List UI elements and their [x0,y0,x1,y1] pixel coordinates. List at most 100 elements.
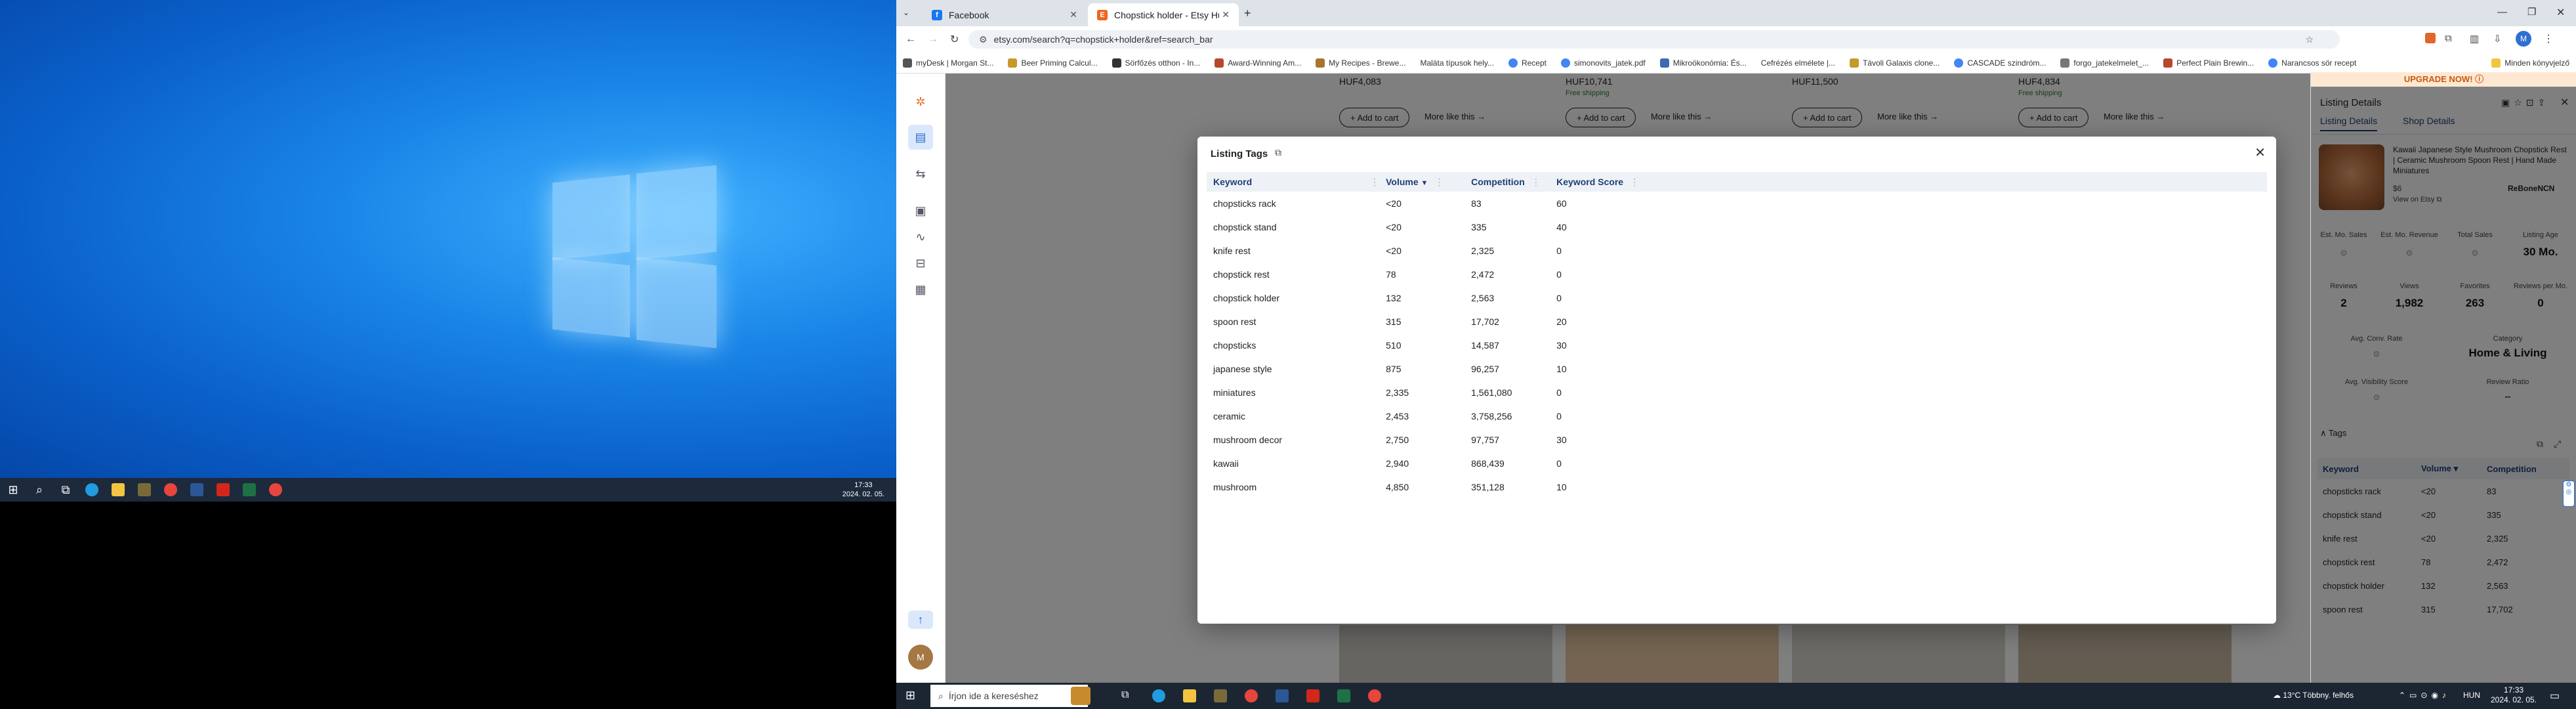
close-icon[interactable]: ✕ [2254,144,2266,161]
tag-icon[interactable]: ⊟ [908,251,933,276]
search-highlight-icon[interactable] [1071,687,1091,705]
table-row[interactable]: chopstick stand <20 335 40 [1207,215,2267,239]
tab-search-icon[interactable]: ⌄ [903,8,909,17]
forward-icon[interactable]: → [928,33,938,45]
minimize-icon[interactable]: — [2497,7,2507,18]
acrobat-icon[interactable] [1306,689,1319,702]
menu-icon[interactable]: ⋮ [2543,32,2554,45]
table-row[interactable]: chopsticks rack <20 83 60 [1207,192,2267,215]
edge-icon[interactable] [1152,689,1165,702]
bookmark-star-icon[interactable]: ☆ [2305,34,2314,45]
acrobat-icon[interactable] [210,478,236,502]
excel-icon[interactable] [1337,689,1350,702]
close-icon[interactable]: ✕ [1070,9,1077,20]
word-icon[interactable] [184,478,210,502]
site-info-icon[interactable]: ⚙ [979,34,987,45]
bookmark-item[interactable]: Beer Priming Calcul... [1008,58,1098,68]
extension-sidebar: ✲ ▤ ⇆ ▣ ∿ ⊟ ▦ ↑ M [896,74,945,685]
bookmark-item[interactable]: forgo_jatekelmelet_... [2060,58,2149,68]
table-row[interactable]: spoon rest 315 17,702 20 [1207,310,2267,333]
close-window-icon[interactable]: ✕ [2556,6,2565,19]
system-tray-icons[interactable]: ⌃▭⊙◉♪ [2399,691,2450,700]
bookmark-item[interactable]: Távoli Galaxis clone... [1849,58,1940,68]
taskbar-search[interactable]: ⌕ Írjon ide a kereséshez [930,685,1088,707]
table-row[interactable]: mushroom decor 2,750 97,757 30 [1207,428,2267,452]
edge-icon[interactable] [79,478,105,502]
toggle-icon[interactable]: ⇆ [908,161,933,186]
task-view-icon[interactable]: ⧉ [1121,689,1129,701]
bookmark-item[interactable]: Sörfőzés otthon - In... [1111,58,1200,68]
file-explorer-icon[interactable] [105,478,131,502]
table-row[interactable]: miniatures 2,335 1,561,080 0 [1207,381,2267,404]
extension-logo-icon[interactable]: ✲ [908,89,933,114]
tab-etsy[interactable]: E Chopstick holder - Etsy Hungary ✕ [1088,3,1239,26]
bookmark-item[interactable]: Cefrézés elmélete |... [1761,58,1835,68]
app-icon[interactable] [131,478,157,502]
table-row[interactable]: chopstick holder 132 2,563 0 [1207,286,2267,310]
bookmark-item[interactable]: myDesk | Morgan St... [903,58,993,68]
notification-icon[interactable]: ▭ [2550,689,2560,702]
bookmark-item[interactable]: simonovits_jatek.pdf [1561,58,1646,68]
user-avatar[interactable]: M [908,645,933,670]
column-header-keyword-score[interactable]: Keyword Score ⋮ [1550,172,2267,192]
sidepanel-icon[interactable]: ▥ [2470,33,2479,45]
table-row[interactable]: ceramic 2,453 3,758,256 0 [1207,404,2267,428]
maximize-icon[interactable]: ❐ [2527,6,2536,18]
table-row[interactable]: knife rest <20 2,325 0 [1207,239,2267,263]
bookmark-item[interactable]: My Recipes - Brewe... [1316,58,1405,68]
bookmark-item[interactable]: CASCADE szindróm... [1954,58,2046,68]
column-header-keyword[interactable]: Keyword ⋮ [1207,172,1380,192]
bookmark-item[interactable]: Recept [1508,58,1547,68]
table-row[interactable]: kawaii 2,940 868,439 0 [1207,452,2267,475]
volume-cell: 315 [1386,316,1402,327]
new-tab-icon[interactable]: + [1244,7,1251,20]
bookmark-item[interactable]: Award-Winning Am... [1215,58,1301,68]
table-row[interactable]: chopstick rest 78 2,472 0 [1207,263,2267,286]
start-icon[interactable]: ⊞ [905,689,915,702]
scroll-top-icon[interactable]: ↑ [908,611,933,629]
extensions-icon[interactable]: ⧉ [2445,33,2452,44]
table-row[interactable]: chopsticks 510 14,587 30 [1207,333,2267,357]
column-header-competition[interactable]: Competition ⋮ [1465,172,1550,192]
word-icon[interactable] [1276,689,1289,702]
profile-avatar[interactable]: M [2516,31,2531,47]
chrome-icon[interactable] [1245,689,1258,702]
all-bookmarks[interactable]: Minden könyvjelző [2491,58,2569,68]
chrome-icon[interactable] [157,478,184,502]
tab-facebook[interactable]: f Facebook ✕ [923,3,1087,26]
table-icon[interactable]: ▦ [908,277,933,302]
upgrade-banner[interactable]: UPGRADE NOW! ⓘ [2311,72,2576,87]
volume-cell: <20 [1386,222,1402,232]
app-icon[interactable] [1214,689,1227,702]
volume-cell: <20 [1386,198,1402,209]
bookmark-item[interactable]: Mikroökonómia: És... [1659,58,1747,68]
bookmark-item[interactable]: Narancsos sör recept [2268,58,2356,68]
column-header-volume[interactable]: Volume ▼ ⋮ [1379,172,1465,192]
chrome-icon[interactable] [1368,689,1381,702]
reload-icon[interactable]: ↻ [950,33,959,46]
extension-icon[interactable] [2425,33,2436,43]
bookmark-item[interactable]: Perfect Plain Brewin... [2163,58,2254,68]
task-view-icon[interactable]: ⧉ [52,478,79,502]
copy-icon[interactable]: ⧉ [1275,147,1287,159]
widget-toggle[interactable]: ⚙ ◎ [2563,481,2575,507]
search-icon[interactable]: ⌕ [26,478,52,502]
weather-widget[interactable]: ☁ 13°C Többny. felhős [2273,691,2354,700]
chrome-icon[interactable] [262,478,289,502]
table-row[interactable]: mushroom 4,850 351,128 10 [1207,475,2267,499]
trend-icon[interactable]: ∿ [908,225,933,249]
download-icon[interactable]: ⇩ [2493,33,2502,45]
url-input[interactable]: ⚙ etsy.com/search?q=chopstick+holder&ref… [968,30,2340,49]
back-icon[interactable]: ← [905,33,916,45]
listing-icon[interactable]: ▤ [908,125,933,150]
bookmark-item[interactable]: Maláta típusok hely... [1420,58,1494,68]
clock[interactable]: 17:33 2024. 02. 05. [2491,685,2537,705]
image-icon[interactable]: ▣ [908,198,933,223]
start-icon[interactable]: ⊞ [0,478,26,502]
excel-icon[interactable] [236,478,262,502]
clock[interactable]: 17:33 2024. 02. 05. [842,481,884,499]
file-explorer-icon[interactable] [1183,689,1196,702]
language-indicator[interactable]: HUN [2463,691,2480,700]
table-row[interactable]: japanese style 875 96,257 10 [1207,357,2267,381]
close-icon[interactable]: ✕ [1222,9,1230,20]
